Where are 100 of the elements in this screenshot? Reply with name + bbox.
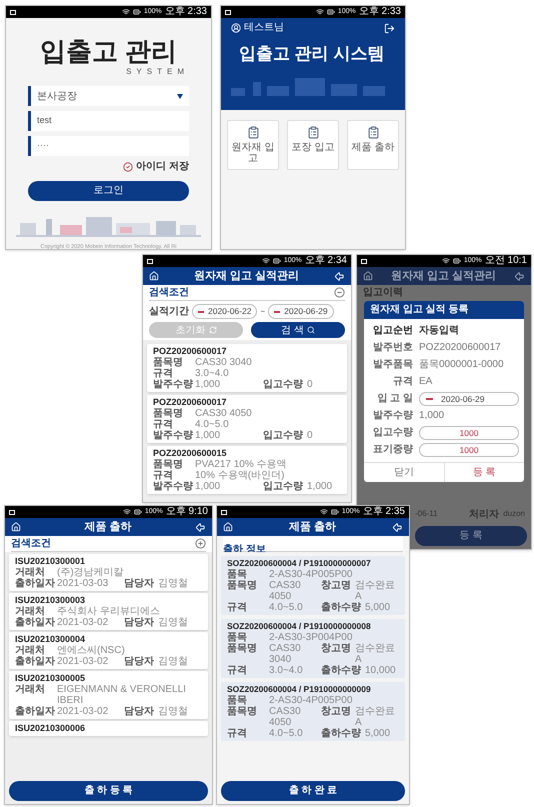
collapse-icon[interactable] [334,287,345,298]
field-label: 창고명 [321,643,351,656]
field-value: CAS30 4050 [269,706,302,728]
notification-icon [225,10,231,14]
record-number: ISU20210300003 [15,595,86,606]
list-card[interactable]: POZ20200600017 품목명 CAS30 3040 규격 3.0~4.0 발주수량 1,000 입고수량 0 [147,344,347,392]
register-shipment-button[interactable]: 출 하 등 록 [9,780,208,800]
home-icon[interactable] [363,271,373,281]
back-icon[interactable] [514,270,525,282]
list-card[interactable]: ISU20210300003 거래처 주식회사 우리뷰디에스 출하일자 2021-03-02 담당자 김영철 [9,593,208,630]
field-label: 담당자 [124,656,154,667]
user-id-field[interactable]: test [28,111,189,131]
field-value: 1,000 [195,481,220,492]
battery-icon [272,257,281,265]
register-button[interactable]: 등 록 [415,526,527,546]
field-label: 품목명 [153,459,184,470]
expand-icon[interactable] [195,538,206,549]
remember-id-label: 아이디 저장 [136,161,189,173]
search-button[interactable]: 검 색 [251,322,345,338]
record-number: SOZ20200600004 / P1910000000008 [227,621,372,632]
screen-title: 제품 출하 [83,520,133,535]
form-label: 발주번호 [372,341,413,355]
list-card[interactable]: ISU20210300006 [9,721,208,736]
record-number: POZ20200600015 [153,448,228,459]
field-label: 품목명 [153,408,184,419]
login-button[interactable]: 로그인 [28,181,189,201]
field-label: 출하일자 [15,706,56,717]
field-label: 거래처 [15,645,46,656]
complete-shipment-button[interactable]: 출 하 완 료 [221,780,405,800]
list-card[interactable]: SOZ20200600004 / P1910000000007 품목 2-AS30-4P005P00 품목명 CAS30 4050 창고명 검수완료A 규격 4.0~5.0 출하수량 5,000 [221,556,405,615]
app-subtitle: SYSTEM [126,66,189,78]
field-label: 규격 [227,665,248,676]
clock-text: 오후 9:10 [166,506,208,518]
dialog-title: 원자재 입고 실적 등록 [364,301,524,319]
quantity-field[interactable]: 1000 [419,443,519,457]
clock-text: 오후 2:35 [362,506,405,518]
field-value: 4.0~5.0 [195,419,229,430]
range-separator: ~ [260,306,266,318]
menu-tile[interactable]: 제품 출하 [347,120,399,170]
field-value: 2021-03-03 [57,578,108,589]
form-value: 품목0000001-0000 [419,358,504,372]
handler-name: duzon [503,508,525,520]
wifi-icon [122,8,130,16]
system-title: 입출고 관리 시스템 [238,44,386,64]
date-field[interactable]: 2020-06-29 [268,304,334,319]
field-value: 2-AS30-3P004P00 [269,632,352,643]
field-label: 규격 [227,602,248,613]
wifi-icon [442,257,450,265]
field-value: CAS30 3040 [269,643,302,665]
field-value: 3.0~4.0 [269,665,303,676]
checkbox-checked-icon[interactable] [123,162,134,172]
menu-tile[interactable]: 포장 입고 [287,120,339,170]
field-label: 출하일자 [15,578,56,589]
wifi-icon [316,8,324,16]
field-value: 엔에스씨(NSC) [57,645,125,656]
field-label: 창고명 [321,706,351,719]
field-value: 김영철 [158,656,188,667]
list-card[interactable]: POZ20200600015 품목명 PVA217 10% 수용액 규격 10% 수용액(바인더) 발주수량 1,000 입고수량 1,000 [147,446,347,494]
menu-tile[interactable]: 원자재 입고 [227,120,279,170]
field-label: 입고수량 [263,481,303,492]
field-value: 5,000 [365,728,390,739]
field-label: 출하수량 [321,602,361,613]
clock-text: 오후 2:33 [164,6,207,18]
plant-select[interactable]: 본사공장 [28,86,189,106]
field-value: 김영철 [158,578,188,589]
date-field[interactable]: 2020-06-22 [192,304,258,319]
field-label: 품목명 [153,357,184,368]
calendar-dash-icon [426,398,433,400]
form-label: 발주수량 [372,409,413,423]
register-button[interactable]: 등 록 [444,463,524,482]
record-number: POZ20200600017 [153,397,228,408]
list-card[interactable]: SOZ20200600004 / P1910000000009 품목 2-AS30-4P005P00 품목명 CAS30 4050 창고명 검수완료A 규격 4.0~5.0 출하수량 5,000 [221,682,405,741]
logout-icon[interactable] [384,22,395,34]
field-value: 10,000 [365,665,396,676]
clipboard-icon [306,126,320,139]
list-card[interactable]: POZ20200600017 품목명 CAS30 4050 규격 4.0~5.0 발주수량 1,000 입고수량 0 [147,395,347,443]
close-button[interactable]: 닫기 [364,463,444,482]
field-label: 품목 [227,569,248,580]
field-label: 발주수량 [153,379,194,390]
list-card[interactable]: ISU20210300004 거래처 엔에스씨(NSC) 출하일자 2021-03-02 담당자 김영철 [9,632,208,669]
field-value: 4.0~5.0 [269,728,303,739]
wifi-icon [320,508,328,516]
password-field[interactable]: ···· [28,136,189,156]
form-value: 자동입력 [419,324,459,338]
list-card[interactable]: ISU20210300001 거래처 (주)경남케미칼 출하일자 2021-03-03 담당자 김영철 [9,554,208,591]
field-value: 10% 수용액(바인더) [195,470,284,481]
date-field[interactable]: 2020-06-29 [419,392,519,406]
section-title: 입고이력 [363,287,404,299]
form-label: 표기중량 [372,443,413,457]
notification-icon [221,510,227,514]
screen-title: 원자재 입고 실적관리 [390,269,498,284]
field-label: 품목명 [227,580,258,593]
field-value: CAS30 3040 [195,357,252,368]
quantity-field[interactable]: 1000 [419,426,519,440]
list-card[interactable]: ISU20210300005 거래처 EIGENMANN & VERONELLI IBERI 출하일자 2021-03-02 담당자 김영철 [9,671,208,719]
record-number: SOZ20200600004 / P1910000000007 [227,558,372,569]
form-label: 발주품목 [372,358,413,372]
list-card[interactable]: SOZ20200600004 / P1910000000008 품목 2-AS30-3P004P00 품목명 CAS30 3040 창고명 검수완료A 규격 3.0~4.0 출하수량 10,000 [221,619,405,678]
clipboard-icon [366,126,380,139]
field-value: 0 [307,430,313,441]
